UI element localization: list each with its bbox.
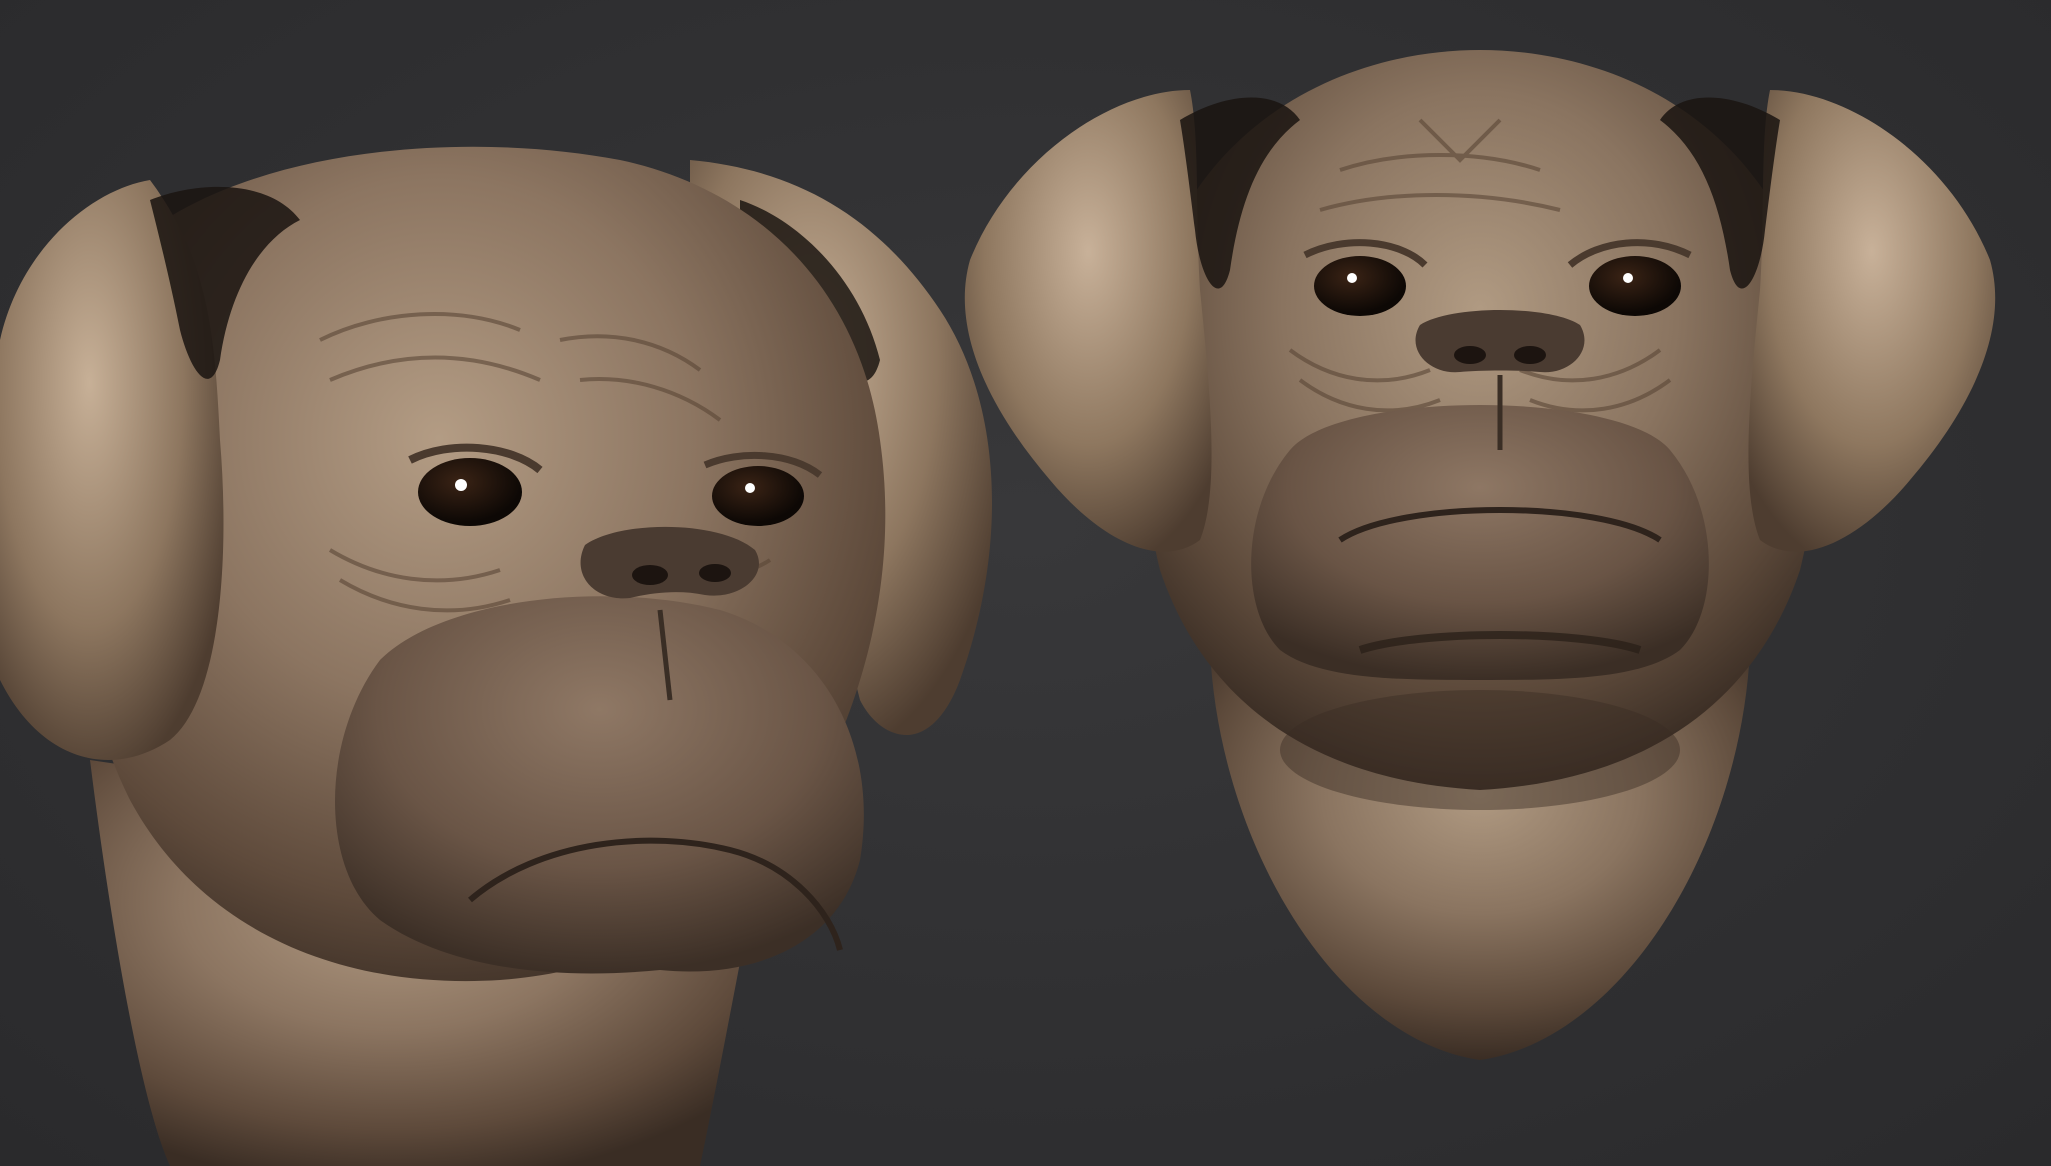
dog-head-sculpt-three-quarter bbox=[0, 140, 1010, 1166]
eye-left bbox=[1314, 256, 1406, 316]
left-ear-shape bbox=[964, 90, 1212, 552]
muzzle-shape bbox=[335, 596, 864, 974]
render-viewport bbox=[0, 0, 2051, 1166]
right-ear-shape bbox=[1748, 90, 1996, 552]
dog-head-sculpt-front bbox=[960, 50, 2030, 1080]
eye-left bbox=[418, 458, 522, 526]
eye-right bbox=[712, 466, 804, 526]
eye-right bbox=[1589, 256, 1681, 316]
nose-shape bbox=[580, 526, 759, 599]
nose-shape bbox=[1415, 310, 1585, 373]
